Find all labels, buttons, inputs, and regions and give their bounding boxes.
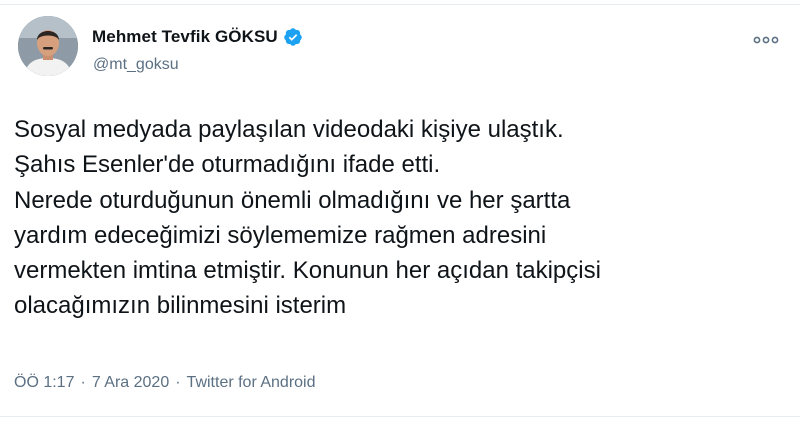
tweet-line: yardım edeceğimizi söylememize rağmen ad… <box>14 221 547 249</box>
tweet-line: Şahıs Esenler'de oturmadığını ifade etti… <box>14 151 441 179</box>
bottom-divider <box>0 416 800 417</box>
tweet-time[interactable]: ÖÖ 1:17 <box>14 374 74 392</box>
tweet-line: olacağımızın bilinmesini isterim <box>14 292 347 320</box>
avatar[interactable] <box>18 16 78 76</box>
author-handle[interactable]: @mt_goksu <box>93 56 179 74</box>
top-divider <box>0 4 800 5</box>
tweet-line: Sosyal medyada paylaşılan videodaki kişi… <box>14 116 564 143</box>
author-display-name[interactable]: Mehmet Tevfik GÖKSU <box>92 27 278 47</box>
tweet-line: Nerede oturduğunun önemli olmadığını ve … <box>14 186 571 214</box>
avatar-image <box>18 16 78 76</box>
tweet-metadata: ÖÖ 1:17 · 7 Ara 2020 · Twitter for Andro… <box>14 374 316 392</box>
tweet-date[interactable]: 7 Ara 2020 <box>92 374 169 392</box>
tweet-line: vermekten imtina etmiştir. Konunun her a… <box>14 257 601 285</box>
meta-separator: · <box>175 374 181 391</box>
tweet-source-link[interactable]: Twitter for Android <box>187 374 316 392</box>
meta-separator: · <box>80 374 86 391</box>
more-options-icon[interactable] <box>748 28 784 52</box>
author-name-row[interactable]: Mehmet Tevfik GÖKSU <box>92 27 303 47</box>
tweet-text: Sosyal medyada paylaşılan videodaki kişi… <box>14 112 794 324</box>
verified-badge-icon <box>283 27 303 47</box>
